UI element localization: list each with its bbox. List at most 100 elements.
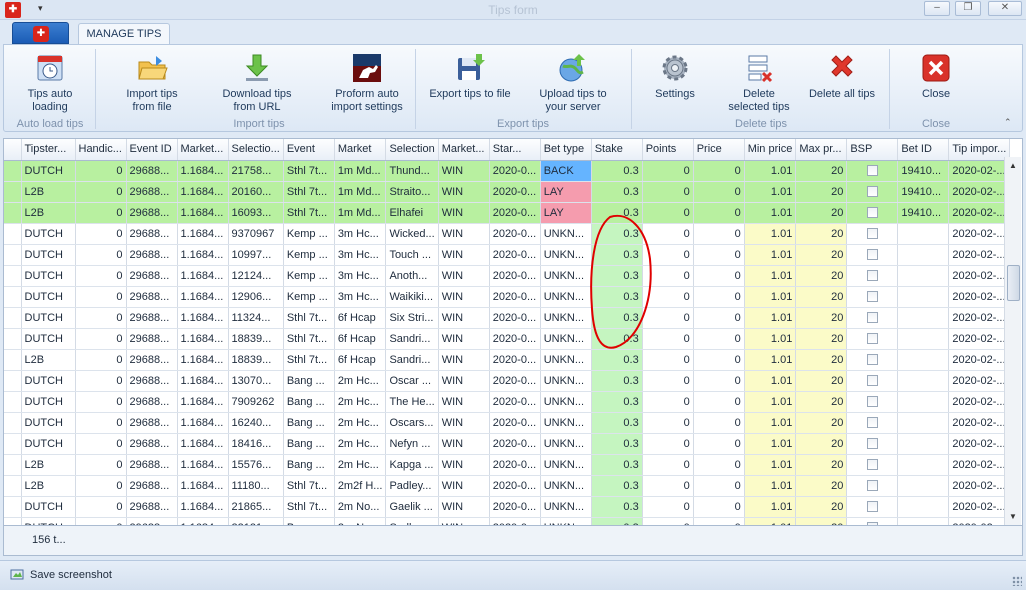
cell-event[interactable]: Kemp ...	[283, 244, 335, 266]
cell-market-type[interactable]: WIN	[438, 307, 490, 329]
cell-market-id[interactable]: 1.1684...	[177, 223, 229, 245]
cell-bet-type[interactable]: UNKN...	[540, 244, 592, 266]
cell-bet-type[interactable]: UNKN...	[540, 433, 592, 455]
table-row[interactable]: DUTCH 0 29688... 1.1684... 21758... Sthl 7t..…	[4, 160, 1011, 182]
cell-min-price[interactable]: 1.01	[744, 475, 797, 497]
row-indicator[interactable]	[4, 517, 22, 525]
column-header[interactable]: Bet type	[540, 139, 592, 161]
cell-max-price[interactable]: 20	[795, 349, 848, 371]
cell-selection[interactable]: Wicked...	[385, 223, 439, 245]
cell-points[interactable]: 0	[642, 307, 694, 329]
column-header[interactable]: Price	[693, 139, 745, 161]
row-indicator[interactable]	[4, 328, 22, 350]
cell-tipster[interactable]: DUTCH	[21, 160, 76, 182]
cell-bet-type[interactable]: UNKN...	[540, 328, 592, 350]
bsp-checkbox-cell[interactable]	[846, 349, 899, 371]
cell-tipster[interactable]: DUTCH	[21, 307, 76, 329]
table-row[interactable]: DUTCH 0 29688... 1.1684... 11324... Sthl 7t..…	[4, 307, 1011, 329]
row-indicator[interactable]	[4, 496, 22, 518]
column-header[interactable]: Selection	[385, 139, 439, 161]
cell-stake[interactable]: 0.3	[591, 160, 643, 182]
cell-selection[interactable]: Sadler...	[385, 517, 439, 525]
table-row[interactable]: DUTCH 0 29688... 1.1684... 21865... Sthl 7t..…	[4, 496, 1011, 518]
cell-max-price[interactable]: 20	[795, 328, 848, 350]
cell-min-price[interactable]: 1.01	[744, 202, 797, 224]
download-tips-from-url-button[interactable]: Download tips from URL	[212, 49, 302, 115]
cell-market[interactable]: 6f Hcap	[334, 328, 387, 350]
cell-bet-type[interactable]: UNKN...	[540, 454, 592, 476]
cell-tipster[interactable]: L2B	[21, 181, 76, 203]
cell-stake[interactable]: 0.3	[591, 223, 643, 245]
cell-tipster[interactable]: DUTCH	[21, 412, 76, 434]
cell-market-id[interactable]: 1.1684...	[177, 475, 229, 497]
row-indicator[interactable]	[4, 475, 22, 497]
cell-event[interactable]: Sthl 7t...	[283, 307, 335, 329]
cell-stake[interactable]: 0.3	[591, 202, 643, 224]
cell-selection-id[interactable]: 18416...	[228, 433, 284, 455]
cell-tipster[interactable]: L2B	[21, 454, 76, 476]
cell-market-type[interactable]: WIN	[438, 286, 490, 308]
cell-bet-id[interactable]: 19410...	[897, 181, 950, 203]
cell-tipster[interactable]: DUTCH	[21, 517, 76, 525]
cell-event[interactable]: Sthl 7t...	[283, 328, 335, 350]
bsp-checkbox-cell[interactable]	[846, 370, 899, 392]
cell-selection-id[interactable]: 16240...	[228, 412, 284, 434]
cell-tip-imported[interactable]: 2020-02-...	[948, 244, 1011, 266]
row-indicator[interactable]	[4, 370, 22, 392]
cell-points[interactable]: 0	[642, 286, 694, 308]
cell-handicap[interactable]: 0	[75, 328, 127, 350]
cell-bet-id[interactable]	[897, 328, 950, 350]
cell-bet-id[interactable]	[897, 433, 950, 455]
cell-points[interactable]: 0	[642, 265, 694, 287]
bsp-checkbox[interactable]	[866, 501, 878, 513]
cell-event-id[interactable]: 29688...	[126, 454, 178, 476]
row-indicator[interactable]	[4, 181, 22, 203]
bsp-checkbox-cell[interactable]	[846, 223, 899, 245]
column-header[interactable]: Tip impor...	[948, 139, 1011, 161]
cell-max-price[interactable]: 20	[795, 244, 848, 266]
bsp-checkbox-cell[interactable]	[846, 412, 899, 434]
cell-tipster[interactable]: DUTCH	[21, 370, 76, 392]
cell-market-type[interactable]: WIN	[438, 349, 490, 371]
bsp-checkbox[interactable]	[866, 459, 878, 471]
cell-tip-imported[interactable]: 2020-02-...	[948, 475, 1011, 497]
cell-market-id[interactable]: 1.1684...	[177, 265, 229, 287]
cell-handicap[interactable]: 0	[75, 265, 127, 287]
cell-event[interactable]: Bang ...	[283, 433, 335, 455]
cell-points[interactable]: 0	[642, 223, 694, 245]
cell-price[interactable]: 0	[693, 517, 745, 525]
cell-tip-imported[interactable]: 2020-02-...	[948, 307, 1011, 329]
cell-tip-imported[interactable]: 2020-02-...	[948, 454, 1011, 476]
bsp-checkbox-cell[interactable]	[846, 454, 899, 476]
cell-bet-id[interactable]	[897, 475, 950, 497]
column-header[interactable]: Handic...	[75, 139, 127, 161]
bsp-checkbox-cell[interactable]	[846, 496, 899, 518]
row-indicator[interactable]	[4, 202, 22, 224]
cell-selection-id[interactable]: 21758...	[228, 160, 284, 182]
cell-market-type[interactable]: WIN	[438, 265, 490, 287]
cell-handicap[interactable]: 0	[75, 517, 127, 525]
cell-tipster[interactable]: L2B	[21, 202, 76, 224]
cell-bet-id[interactable]	[897, 265, 950, 287]
cell-tip-imported[interactable]: 2020-02-...	[948, 370, 1011, 392]
cell-min-price[interactable]: 1.01	[744, 244, 797, 266]
cell-start[interactable]: 2020-0...	[489, 202, 541, 224]
cell-start[interactable]: 2020-0...	[489, 244, 541, 266]
cell-start[interactable]: 2020-0...	[489, 307, 541, 329]
cell-min-price[interactable]: 1.01	[744, 433, 797, 455]
cell-points[interactable]: 0	[642, 202, 694, 224]
cell-price[interactable]: 0	[693, 286, 745, 308]
cell-selection-id[interactable]: 12906...	[228, 286, 284, 308]
cell-selection-id[interactable]: 22121...	[228, 517, 284, 525]
cell-points[interactable]: 0	[642, 391, 694, 413]
cell-min-price[interactable]: 1.01	[744, 265, 797, 287]
cell-selection[interactable]: Elhafei	[385, 202, 439, 224]
column-header[interactable]: Event	[283, 139, 335, 161]
cell-bet-id[interactable]	[897, 223, 950, 245]
cell-event[interactable]: Kemp ...	[283, 265, 335, 287]
cell-bet-type[interactable]: UNKN...	[540, 265, 592, 287]
bsp-checkbox-cell[interactable]	[846, 307, 899, 329]
cell-points[interactable]: 0	[642, 475, 694, 497]
cell-start[interactable]: 2020-0...	[489, 454, 541, 476]
cell-tip-imported[interactable]: 2020-02-...	[948, 328, 1011, 350]
